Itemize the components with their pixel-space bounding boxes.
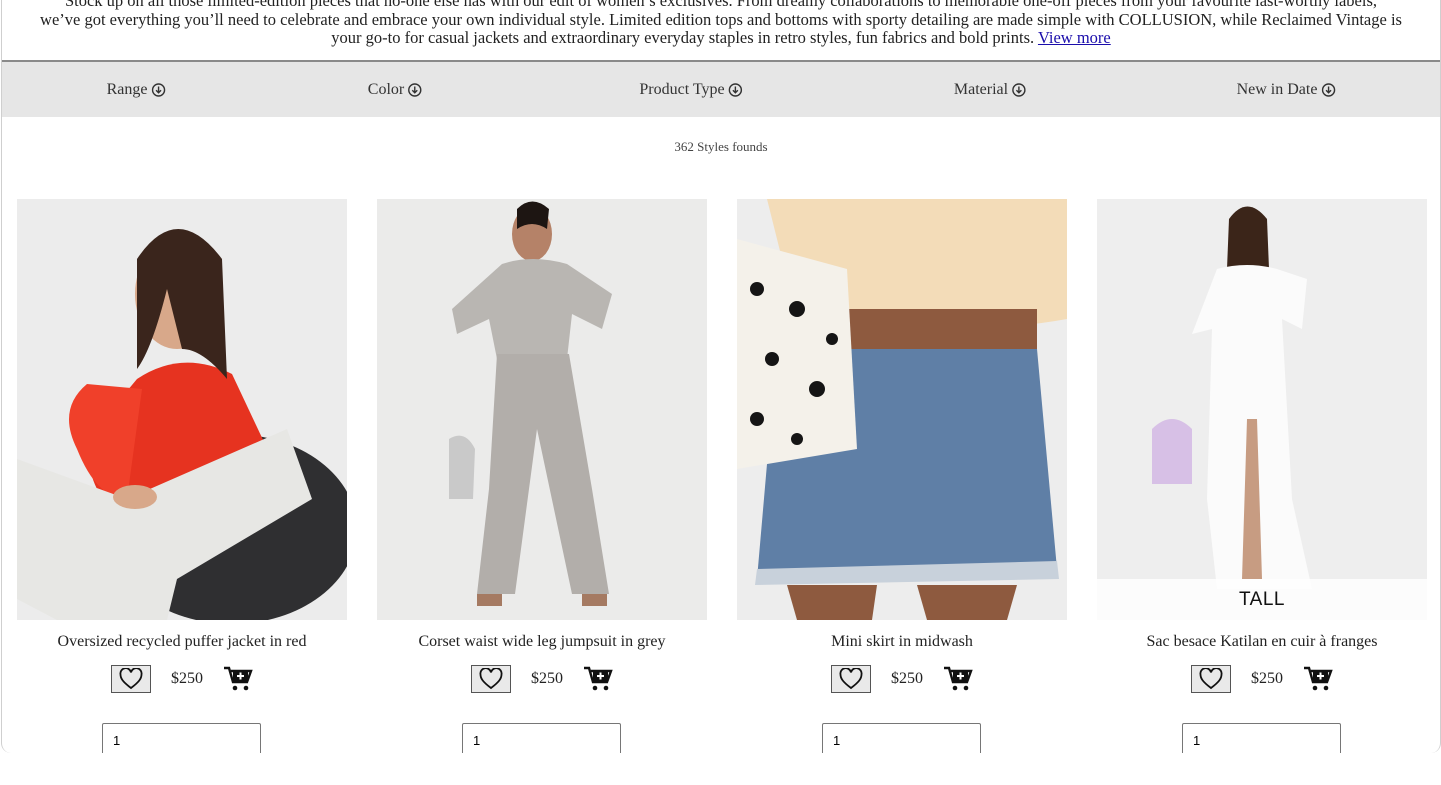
- filter-new-in-date[interactable]: New in Date: [1237, 62, 1336, 117]
- circle-down-arrow-icon: [408, 82, 422, 97]
- favorite-button[interactable]: [831, 665, 871, 693]
- product-title[interactable]: Mini skirt in midwash: [707, 633, 1097, 651]
- favorite-button[interactable]: [471, 665, 511, 693]
- circle-down-arrow-icon: [1321, 82, 1336, 97]
- page: Stock up on all those limited-edition pi…: [1, 0, 1441, 753]
- heart-outline-icon: [1199, 668, 1223, 690]
- product-actions: $250: [737, 665, 1067, 693]
- heart-outline-icon: [479, 668, 503, 690]
- product-price: $250: [171, 670, 203, 687]
- tall-badge: TALL: [1097, 579, 1427, 620]
- collection-description: Stock up on all those limited-edition pi…: [2, 0, 1440, 48]
- product-card: Corset waist wide leg jumpsuit in grey $…: [377, 199, 707, 753]
- product-card: Mini skirt in midwash $250: [737, 199, 1067, 753]
- heart-outline-icon: [119, 668, 143, 690]
- product-image[interactable]: [17, 199, 347, 620]
- product-card: Oversized recycled puffer jacket in red …: [17, 199, 347, 753]
- add-to-cart-icon: [1304, 666, 1333, 691]
- filter-label: Color: [367, 80, 405, 98]
- circle-down-arrow-icon: [1012, 82, 1026, 97]
- description-line-1: Stock up on all those limited-edition pi…: [64, 0, 1378, 10]
- favorite-button[interactable]: [111, 665, 151, 693]
- add-to-cart-button[interactable]: [223, 665, 253, 693]
- circle-down-arrow-icon: [151, 82, 166, 97]
- filter-label: New in Date: [1236, 80, 1318, 98]
- product-actions: $250: [377, 665, 707, 693]
- heart-outline-icon: [839, 668, 863, 690]
- circle-down-arrow-icon: [728, 82, 743, 97]
- filter-label: Product Type: [639, 80, 725, 98]
- quantity-input[interactable]: [462, 723, 621, 753]
- add-to-cart-icon: [224, 666, 253, 691]
- add-to-cart-icon: [584, 666, 613, 691]
- quantity-input[interactable]: [822, 723, 981, 753]
- filter-label: Range: [106, 80, 148, 98]
- product-image[interactable]: TALL: [1097, 199, 1427, 620]
- product-title[interactable]: Oversized recycled puffer jacket in red: [2, 633, 377, 651]
- favorite-button[interactable]: [1191, 665, 1231, 693]
- quantity-input[interactable]: [1182, 723, 1341, 753]
- product-title[interactable]: Sac besace Katilan en cuir à franges: [1067, 633, 1440, 651]
- add-to-cart-button[interactable]: [1303, 665, 1333, 693]
- description-line-2: we’ve got everything you’ll need to cele…: [40, 9, 1402, 29]
- quantity-input[interactable]: [102, 723, 261, 753]
- filter-bar: Range Color Product Type Material New in…: [2, 60, 1440, 117]
- product-actions: $250: [17, 665, 347, 693]
- add-to-cart-button[interactable]: [943, 665, 973, 693]
- product-actions: $250: [1097, 665, 1427, 693]
- filter-range[interactable]: Range: [107, 62, 166, 117]
- view-more-link[interactable]: View more: [1038, 28, 1111, 47]
- filter-label: Material: [953, 80, 1009, 98]
- filter-color[interactable]: Color: [368, 62, 422, 117]
- add-to-cart-button[interactable]: [583, 665, 613, 693]
- product-image[interactable]: [377, 199, 707, 620]
- product-price: $250: [531, 670, 563, 687]
- description-line-3: your go-to for casual jackets and extrao…: [331, 28, 1111, 47]
- product-title[interactable]: Corset waist wide leg jumpsuit in grey: [347, 633, 737, 651]
- add-to-cart-icon: [944, 666, 973, 691]
- product-image[interactable]: [737, 199, 1067, 620]
- results-count: 362 Styles founds: [674, 139, 768, 154]
- filter-material[interactable]: Material: [954, 62, 1026, 117]
- product-price: $250: [891, 670, 923, 687]
- filter-product-type[interactable]: Product Type: [639, 62, 743, 117]
- product-price: $250: [1251, 670, 1283, 687]
- product-card: TALL Sac besace Katilan en cuir à frange…: [1097, 199, 1427, 753]
